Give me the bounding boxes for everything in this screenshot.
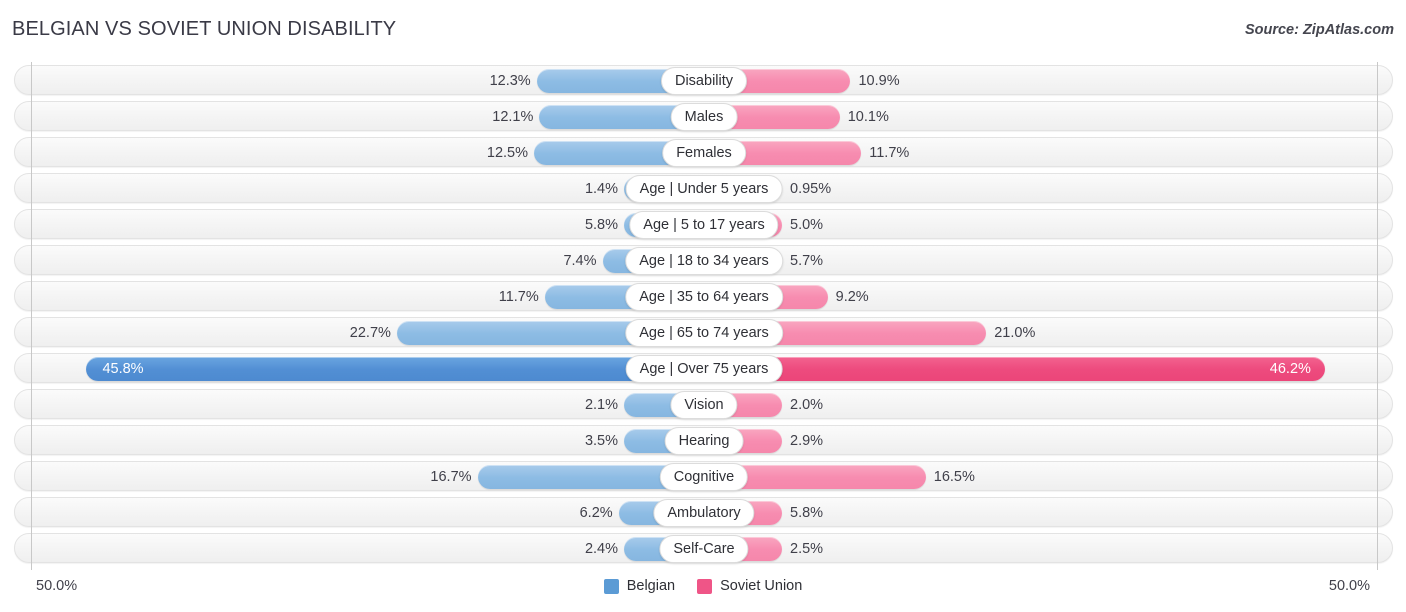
category-label[interactable]: Age | Under 5 years	[625, 175, 783, 203]
table-row[interactable]: 7.4% 5.7% Age | 18 to 34 years	[14, 245, 1393, 275]
value-label-soviet-union: 0.95%	[790, 181, 832, 197]
value-label-soviet-union: 5.0%	[790, 217, 824, 233]
category-label[interactable]: Males	[670, 103, 738, 131]
value-label-belgian: 2.4%	[584, 541, 618, 557]
category-label[interactable]: Hearing	[664, 427, 744, 455]
source-attribution: Source: ZipAtlas.com	[1244, 22, 1394, 38]
value-label-soviet-union: 2.0%	[790, 397, 824, 413]
legend-item[interactable]: Belgian	[603, 578, 676, 594]
legend-swatch-icon	[697, 578, 713, 594]
value-label-soviet-union: 2.5%	[790, 541, 824, 557]
value-label-soviet-union: 11.7%	[869, 145, 910, 161]
category-label[interactable]: Cognitive	[659, 463, 749, 491]
value-label-soviet-union: 5.8%	[790, 505, 824, 521]
category-label[interactable]: Self-Care	[659, 535, 749, 563]
value-label-belgian: 16.7%	[430, 469, 472, 485]
category-label[interactable]: Ambulatory	[653, 499, 755, 527]
category-label[interactable]: Disability	[660, 67, 748, 95]
bar-soviet-union	[704, 357, 1325, 381]
category-label[interactable]: Age | 35 to 64 years	[625, 283, 783, 311]
table-row[interactable]: 45.8% 46.2% Age | Over 75 years	[14, 353, 1393, 383]
value-label-soviet-union: 5.7%	[790, 253, 824, 269]
table-row[interactable]: 11.7% 9.2% Age | 35 to 64 years	[14, 281, 1393, 311]
category-label[interactable]: Age | 65 to 74 years	[625, 319, 783, 347]
value-label-soviet-union: 10.1%	[847, 109, 889, 125]
axis-line-right	[1377, 62, 1378, 570]
table-row[interactable]: 1.4% 0.95% Age | Under 5 years	[14, 173, 1393, 203]
axis-line-left	[31, 62, 32, 570]
bar-belgian	[86, 357, 702, 381]
value-label-belgian: 2.1%	[584, 397, 618, 413]
value-label-belgian: 6.2%	[579, 505, 613, 521]
value-label-soviet-union: 2.9%	[790, 433, 824, 449]
table-row[interactable]: 2.1% 2.0% Vision	[14, 389, 1393, 419]
category-label[interactable]: Age | 18 to 34 years	[625, 247, 783, 275]
table-row[interactable]: 16.7% 16.5% Cognitive	[14, 461, 1393, 491]
value-label-belgian: 22.7%	[349, 325, 391, 341]
table-row[interactable]: 3.5% 2.9% Hearing	[14, 425, 1393, 455]
value-label-belgian: 12.3%	[489, 73, 531, 89]
legend-item[interactable]: Soviet Union	[697, 578, 802, 594]
page-title: BELGIAN VS SOVIET UNION DISABILITY	[12, 18, 397, 40]
table-row[interactable]: 12.5% 11.7% Females	[14, 137, 1393, 167]
chart-legend: Belgian Soviet Union	[0, 578, 1406, 594]
value-label-soviet-union: 46.2%	[1269, 361, 1311, 377]
legend-swatch-icon	[603, 578, 619, 594]
value-label-soviet-union: 10.9%	[858, 73, 900, 89]
category-label[interactable]: Age | 5 to 17 years	[629, 211, 779, 239]
chart-header: BELGIAN VS SOVIET UNION DISABILITY Sourc…	[0, 0, 1406, 58]
value-label-soviet-union: 16.5%	[933, 469, 975, 485]
chart-footer: 50.0% 50.0% Belgian Soviet Union	[0, 572, 1406, 612]
value-label-belgian: 7.4%	[563, 253, 597, 269]
category-label[interactable]: Females	[662, 139, 746, 167]
table-row[interactable]: 6.2% 5.8% Ambulatory	[14, 497, 1393, 527]
value-label-soviet-union: 9.2%	[835, 289, 869, 305]
value-label-belgian: 1.4%	[584, 181, 618, 197]
value-label-belgian: 11.7%	[498, 289, 539, 305]
category-label[interactable]: Vision	[670, 391, 738, 419]
legend-label: Belgian	[626, 578, 676, 594]
legend-label: Soviet Union	[720, 578, 803, 594]
value-label-belgian: 12.1%	[492, 109, 534, 125]
value-label-belgian: 45.8%	[102, 361, 144, 377]
value-label-belgian: 12.5%	[486, 145, 528, 161]
value-label-soviet-union: 21.0%	[994, 325, 1036, 341]
value-label-belgian: 5.8%	[584, 217, 618, 233]
chart-page: BELGIAN VS SOVIET UNION DISABILITY Sourc…	[0, 0, 1406, 612]
table-row[interactable]: 2.4% 2.5% Self-Care	[14, 533, 1393, 563]
table-row[interactable]: 5.8% 5.0% Age | 5 to 17 years	[14, 209, 1393, 239]
category-label[interactable]: Age | Over 75 years	[625, 355, 783, 383]
chart-plot-area: 12.3% 10.9% Disability 12.1% 10.1% Males 12.5%…	[0, 62, 1406, 572]
table-row[interactable]: 12.3% 10.9% Disability	[14, 65, 1393, 95]
table-row[interactable]: 22.7% 21.0% Age | 65 to 74 years	[14, 317, 1393, 347]
table-row[interactable]: 12.1% 10.1% Males	[14, 101, 1393, 131]
value-label-belgian: 3.5%	[584, 433, 618, 449]
